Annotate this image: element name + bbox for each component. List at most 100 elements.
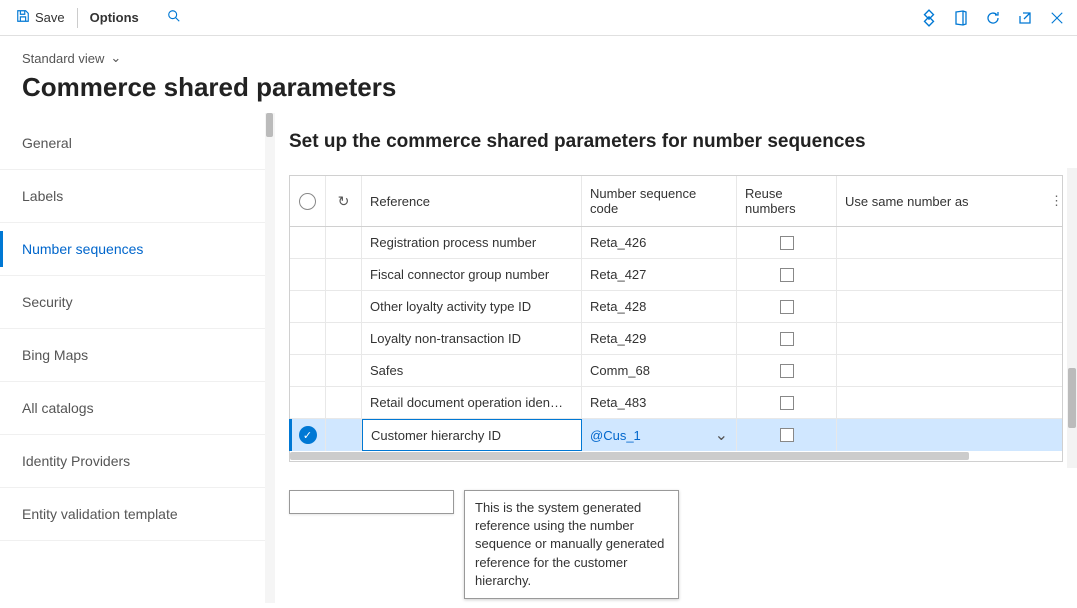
cell-usesame xyxy=(837,419,1062,451)
sidebar-item[interactable]: Bing Maps xyxy=(0,329,265,382)
cell-reference: Other loyalty activity type ID xyxy=(362,291,582,322)
refresh-header[interactable]: ↻ xyxy=(326,176,362,226)
toolbar-separator xyxy=(77,8,78,28)
save-button[interactable]: Save xyxy=(8,5,73,30)
table-row[interactable]: SafesComm_68 xyxy=(290,355,1062,387)
sidebar-item[interactable]: Identity Providers xyxy=(0,435,265,488)
cell-reference: Fiscal connector group number xyxy=(362,259,582,290)
checkbox-icon xyxy=(780,364,794,378)
table: ↻ Reference Number sequence code Reuse n… xyxy=(289,175,1063,462)
table-body: Registration process numberReta_426Fisca… xyxy=(290,227,1062,451)
row-selector[interactable] xyxy=(290,227,326,258)
horizontal-scrollbar[interactable] xyxy=(290,451,1062,461)
table-row[interactable]: Registration process numberReta_426 xyxy=(290,227,1062,259)
view-label: Standard view xyxy=(22,51,104,66)
cell-code: Reta_483 xyxy=(582,387,737,418)
row-selector[interactable]: ✓ xyxy=(290,419,326,451)
cell-reuse[interactable] xyxy=(737,259,837,290)
tooltip-text: This is the system generated reference u… xyxy=(464,490,679,599)
row-indicator xyxy=(326,323,362,354)
popout-icon[interactable] xyxy=(1013,6,1037,30)
cell-code: Reta_429 xyxy=(582,323,737,354)
cell-reuse[interactable] xyxy=(737,227,837,258)
cell-usesame xyxy=(837,355,1062,386)
select-all-header[interactable] xyxy=(290,176,326,226)
cell-reference: Retail document operation iden… xyxy=(362,387,582,418)
save-label: Save xyxy=(35,10,65,25)
cell-usesame xyxy=(837,387,1062,418)
circle-icon xyxy=(299,193,316,210)
sidebar-item[interactable]: Entity validation template xyxy=(0,488,265,541)
view-selector[interactable]: Standard view ⌄ xyxy=(22,50,121,66)
cell-reference: Registration process number xyxy=(362,227,582,258)
sidebar-scrollbar[interactable] xyxy=(265,113,275,603)
col-reference[interactable]: Reference xyxy=(362,176,582,226)
row-selector[interactable] xyxy=(290,259,326,290)
col-reuse[interactable]: Reuse numbers xyxy=(737,176,837,226)
sidebar-item[interactable]: General xyxy=(0,117,265,170)
section-title: Set up the commerce shared parameters fo… xyxy=(289,131,1063,153)
col-usesame[interactable]: Use same number as xyxy=(837,176,1042,226)
checkbox-icon xyxy=(780,300,794,314)
row-indicator xyxy=(326,419,362,451)
search-button[interactable] xyxy=(159,5,189,30)
cell-reuse[interactable] xyxy=(737,419,837,451)
row-indicator xyxy=(326,387,362,418)
page-title: Commerce shared parameters xyxy=(22,72,1055,103)
table-header: ↻ Reference Number sequence code Reuse n… xyxy=(290,176,1062,227)
sidebar-item[interactable]: Security xyxy=(0,276,265,329)
office-icon[interactable] xyxy=(949,6,973,30)
cell-reuse[interactable] xyxy=(737,291,837,322)
more-columns-icon[interactable]: ⋮ xyxy=(1042,176,1062,226)
row-selector[interactable] xyxy=(290,387,326,418)
row-indicator xyxy=(326,227,362,258)
sidebar-item[interactable]: Labels xyxy=(0,170,265,223)
row-indicator xyxy=(326,355,362,386)
sidebar-item[interactable]: Number sequences xyxy=(0,223,265,276)
checkbox-icon xyxy=(780,396,794,410)
cell-reference[interactable]: Customer hierarchy ID xyxy=(362,419,582,451)
cell-usesame xyxy=(837,227,1062,258)
sidebar: GeneralLabelsNumber sequencesSecurityBin… xyxy=(0,113,265,603)
table-row[interactable]: Fiscal connector group numberReta_427 xyxy=(290,259,1062,291)
filter-input[interactable] xyxy=(289,490,454,514)
cell-code: Reta_426 xyxy=(582,227,737,258)
cell-reference: Safes xyxy=(362,355,582,386)
toolbar: Save Options xyxy=(0,0,1077,36)
cell-code: Reta_427 xyxy=(582,259,737,290)
table-row[interactable]: ✓ Customer hierarchy ID@Cus_1 xyxy=(290,419,1062,451)
checkbox-icon xyxy=(780,428,794,442)
cell-code[interactable]: @Cus_1 xyxy=(582,419,737,451)
cell-code: Reta_428 xyxy=(582,291,737,322)
cell-usesame xyxy=(837,259,1062,290)
content: GeneralLabelsNumber sequencesSecurityBin… xyxy=(0,113,1077,603)
row-selector[interactable] xyxy=(290,323,326,354)
close-icon[interactable] xyxy=(1045,6,1069,30)
cell-code: Comm_68 xyxy=(582,355,737,386)
col-code[interactable]: Number sequence code xyxy=(582,176,737,226)
save-icon xyxy=(16,9,30,26)
cell-usesame xyxy=(837,323,1062,354)
sidebar-item[interactable]: All catalogs xyxy=(0,382,265,435)
cell-reuse[interactable] xyxy=(737,387,837,418)
cell-usesame xyxy=(837,291,1062,322)
checkbox-icon xyxy=(780,268,794,282)
cell-reference: Loyalty non-transaction ID xyxy=(362,323,582,354)
cell-reuse[interactable] xyxy=(737,323,837,354)
table-row[interactable]: Other loyalty activity type IDReta_428 xyxy=(290,291,1062,323)
row-selector[interactable] xyxy=(290,355,326,386)
vertical-scrollbar[interactable] xyxy=(1067,168,1077,468)
row-selector[interactable] xyxy=(290,291,326,322)
refresh-icon[interactable] xyxy=(981,6,1005,30)
options-button[interactable]: Options xyxy=(82,6,147,29)
checkmark-icon: ✓ xyxy=(299,426,317,444)
cell-reuse[interactable] xyxy=(737,355,837,386)
toolbar-right xyxy=(917,6,1069,30)
row-indicator xyxy=(326,259,362,290)
diamond-icon[interactable] xyxy=(917,6,941,30)
tooltip-area: This is the system generated reference u… xyxy=(289,490,1063,599)
main-panel: Set up the commerce shared parameters fo… xyxy=(275,113,1077,603)
table-row[interactable]: Loyalty non-transaction IDReta_429 xyxy=(290,323,1062,355)
table-row[interactable]: Retail document operation iden…Reta_483 xyxy=(290,387,1062,419)
checkbox-icon xyxy=(780,236,794,250)
